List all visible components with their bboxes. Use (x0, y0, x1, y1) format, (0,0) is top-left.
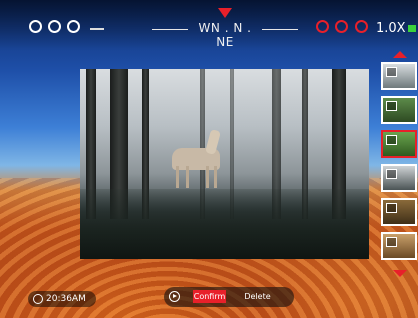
scroll-up-arrow-icon[interactable] (393, 51, 407, 58)
deer-leg (214, 166, 217, 188)
thumbnail-1[interactable] (381, 62, 417, 90)
gps-icon (355, 20, 368, 33)
compass-line-right (262, 29, 298, 30)
wifi-icon (29, 20, 42, 33)
delete-button[interactable]: Delete (240, 290, 275, 303)
disc-icon (48, 20, 61, 33)
deer-leg (186, 166, 189, 188)
deer-leg (176, 166, 179, 188)
photo-badge-icon (386, 169, 397, 179)
time-text: 20:36AM (46, 294, 86, 304)
photo-preview[interactable] (80, 69, 369, 259)
forest-ground (80, 189, 369, 259)
thumbnail-4[interactable] (381, 164, 417, 192)
photo-mode-icon (316, 20, 329, 33)
viewfinder-screen: WN . N . NE 1.0X 20:36AM Confirm Delete (0, 0, 418, 318)
thumbnail-6[interactable] (381, 232, 417, 260)
status-dash (90, 28, 104, 30)
status-bar: WN . N . NE 1.0X (0, 0, 418, 50)
photo-badge-icon (386, 203, 397, 213)
deer-leg (206, 166, 209, 188)
thumbnail-5[interactable] (381, 198, 417, 226)
play-icon[interactable] (169, 291, 180, 302)
thumbnail-2[interactable] (381, 96, 417, 124)
photo-badge-icon (386, 67, 397, 77)
scroll-down-arrow-icon[interactable] (393, 270, 407, 277)
zoom-level: 1.0X (376, 21, 406, 36)
battery-icon (408, 25, 416, 32)
photo-badge-icon (386, 135, 397, 145)
compass-heading: WN . N . NE (198, 21, 252, 49)
action-bar: Confirm Delete (164, 287, 294, 307)
record-icon (335, 20, 348, 33)
clock-icon (33, 294, 43, 304)
thumbnail-3[interactable] (381, 130, 417, 158)
confirm-button[interactable]: Confirm (193, 290, 226, 303)
compass-line-left (152, 29, 188, 30)
target-icon (67, 20, 80, 33)
video-badge-icon (386, 101, 397, 111)
video-badge-icon (386, 237, 397, 247)
time-display: 20:36AM (28, 291, 96, 307)
compass-marker-icon (218, 8, 232, 18)
